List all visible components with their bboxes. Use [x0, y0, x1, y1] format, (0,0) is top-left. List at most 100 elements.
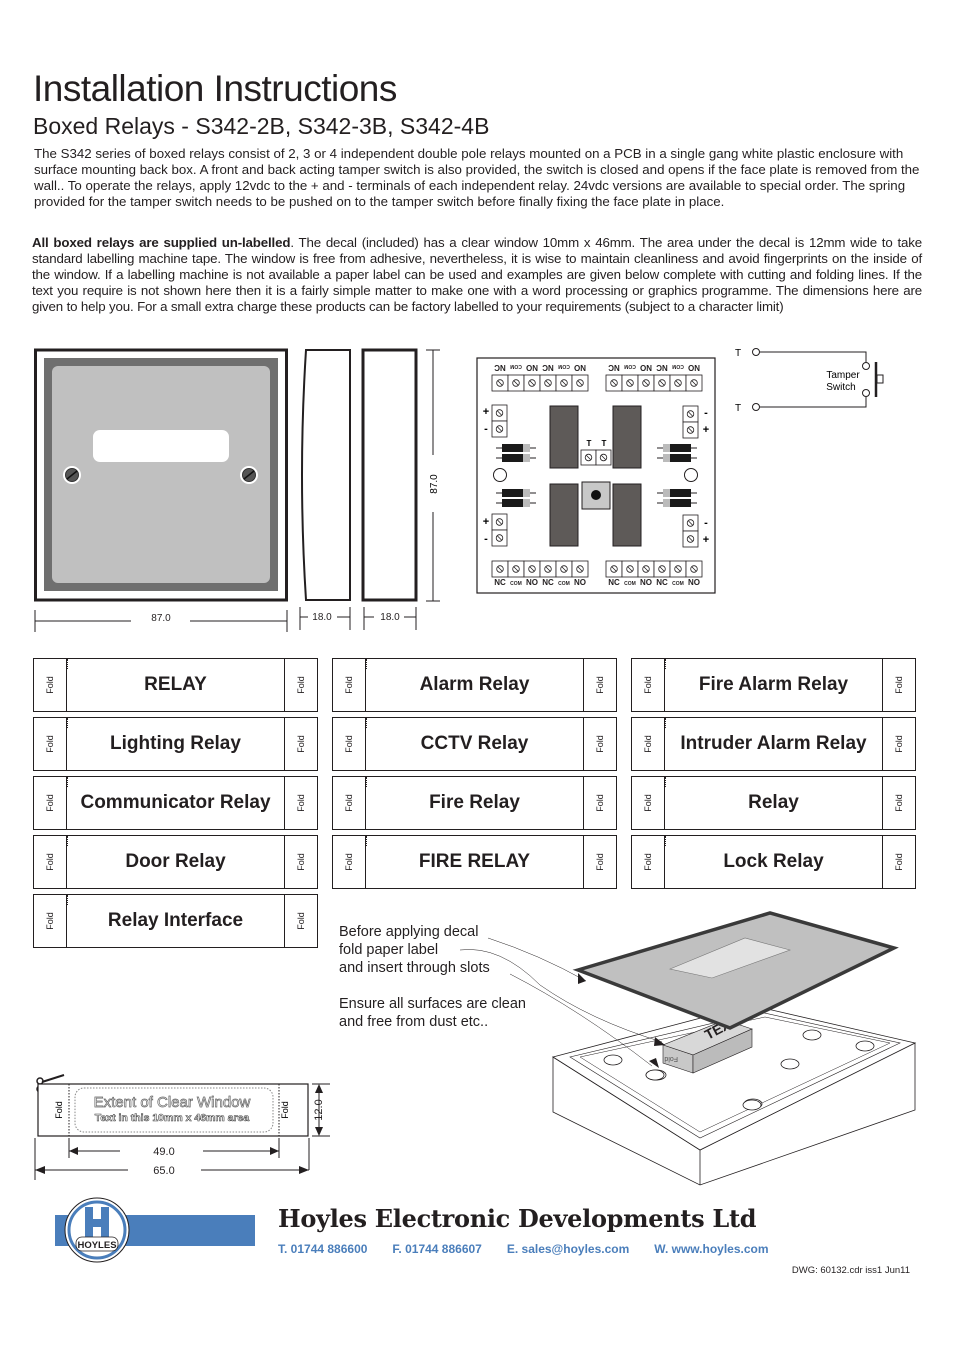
paper-label: Fold Door Relay Fold [33, 835, 318, 889]
outer-width-dimension: 65.0 [153, 1165, 174, 1177]
terminal-label: COM [624, 581, 636, 587]
company-name: Hoyles Electronic Developments Ltd [278, 1204, 757, 1233]
fold-flap-left: Fold [34, 836, 68, 888]
label-text: Relay Interface [107, 910, 244, 931]
website-link[interactable]: W. www.hoyles.com [654, 1242, 768, 1256]
tamper-terminal-label: T [602, 439, 607, 448]
clear-window-heading: Extent of Clear Window [94, 1094, 251, 1111]
terminal-label: NO [574, 578, 586, 587]
paper-label: Fold Lighting Relay Fold [33, 717, 318, 771]
fold-flap-right: Fold [582, 777, 616, 829]
terminal-label: NO [640, 578, 652, 587]
svg-text:Fold: Fold [664, 1055, 678, 1062]
paper-label: Fold Intruder Alarm Relay Fold [631, 717, 916, 771]
fold-flap-right: Fold [283, 777, 317, 829]
fold-flap-left: Fold [632, 836, 666, 888]
label-text: FIRE RELAY [418, 851, 531, 872]
mounting-hole [684, 468, 698, 482]
fold-flap-right: Fold [283, 836, 317, 888]
paper-label: Fold Relay Fold [631, 776, 916, 830]
terminal-label: NC [542, 363, 554, 372]
screw-icon [63, 466, 81, 484]
fold-flap-left: Fold [34, 659, 68, 711]
fold-flap-left: Fold [333, 718, 367, 770]
svg-text:+: + [483, 406, 489, 418]
fold-flap-right: Fold [881, 777, 915, 829]
terminal-label: NC [542, 578, 554, 587]
paper-label: Fold Communicator Relay Fold [33, 776, 318, 830]
terminal-label: COM [558, 363, 570, 369]
fold-flap-left: Fold [333, 836, 367, 888]
relay-block [549, 405, 579, 469]
width-dimension: 87.0 [151, 613, 171, 624]
fold-flap-left: Fold [632, 718, 666, 770]
terminal-label: NC [656, 363, 668, 372]
face-plate [52, 366, 270, 583]
terminal-label: COM [624, 363, 636, 369]
fold-flap-left: Fold [333, 659, 367, 711]
svg-text:-: - [704, 517, 708, 529]
phone-number: T. 01744 886600 [278, 1242, 368, 1256]
height-dimension: 87.0 [429, 474, 440, 494]
label-text: Alarm Relay [419, 674, 530, 695]
label-template-diagram: Fold Fold Extent of Clear Window Text in… [34, 1074, 330, 1180]
terminal-label: COM [510, 363, 522, 369]
decal-clear-window [668, 937, 792, 979]
label-text-sample: TEXT [702, 1012, 741, 1043]
decal-sheet [572, 911, 899, 1030]
svg-text:-: - [704, 407, 708, 419]
tamper-terminal-t1: T [735, 348, 741, 359]
terminal-label: COM [672, 363, 684, 369]
terminal-label: NC [656, 578, 668, 587]
fold-flap-right: Fold [582, 718, 616, 770]
fax-number: F. 01744 886607 [392, 1242, 482, 1256]
paper-label: Fold Alarm Relay Fold [332, 658, 617, 712]
terminal-label: NC [494, 363, 506, 372]
svg-text:+: + [483, 516, 489, 528]
fold-flap-right: Fold [283, 659, 317, 711]
tamper-switch-button [591, 490, 601, 500]
inner-width-dimension: 49.0 [153, 1146, 174, 1158]
label-text: Lighting Relay [110, 733, 241, 754]
fold-flap-left: Fold [34, 718, 68, 770]
fold-flap-right: Fold [881, 718, 915, 770]
fold-flap-right: Fold [283, 895, 317, 947]
label-window [93, 430, 229, 462]
label-text: Relay [748, 792, 799, 813]
terminal-label: NC [608, 578, 620, 587]
label-text: Communicator Relay [80, 792, 271, 813]
relay-block [549, 483, 579, 547]
fold-flap-left: Fold [632, 659, 666, 711]
paper-label: Fold FIRE RELAY Fold [332, 835, 617, 889]
tamper-terminal-label: T [587, 439, 592, 448]
label-text: RELAY [144, 674, 207, 695]
tamper-switch-label: Switch [826, 382, 855, 393]
terminal-label: NO [526, 578, 538, 587]
clear-window-subtext: Text in this 10mm x 46mm area [95, 1112, 250, 1124]
relay-block [612, 405, 642, 469]
terminal-label: NO [574, 363, 586, 372]
svg-text:+: + [703, 534, 709, 546]
paper-label: Fold Fire Relay Fold [332, 776, 617, 830]
drawing-reference: DWG: 60132.cdr iss1 Jun11 [791, 1265, 910, 1276]
fold-flap-left: Fold [333, 777, 367, 829]
terminal-label: NC [494, 578, 506, 587]
label-text: Door Relay [125, 851, 226, 872]
email-link[interactable]: E. sales@hoyles.com [507, 1242, 629, 1256]
side-view-front-plate [301, 349, 351, 601]
paper-label: Fold Relay Interface Fold [33, 894, 318, 948]
cleanliness-instruction: Ensure all surfaces are clean and free f… [339, 996, 526, 1030]
enclosure-views-diagram: 87.0 87.0 18.0 18.0 NC COM NO NC COM NO NC COM N… [34, 348, 884, 632]
relay-block [612, 483, 642, 547]
fold-flap-left: Fold [632, 777, 666, 829]
svg-text:Fold: Fold [54, 1101, 64, 1119]
mounting-hole [493, 468, 507, 482]
terminal-label: NO [688, 363, 700, 372]
label-text: Intruder Alarm Relay [680, 733, 867, 754]
tamper-switch-schematic: T T Tamper Switch [735, 348, 884, 414]
tamper-terminal-t2: T [735, 403, 741, 414]
terminal-label: COM [510, 581, 522, 587]
screw-icon [240, 466, 258, 484]
paper-label: Fold Lock Relay Fold [631, 835, 916, 889]
terminal-label: COM [558, 581, 570, 587]
